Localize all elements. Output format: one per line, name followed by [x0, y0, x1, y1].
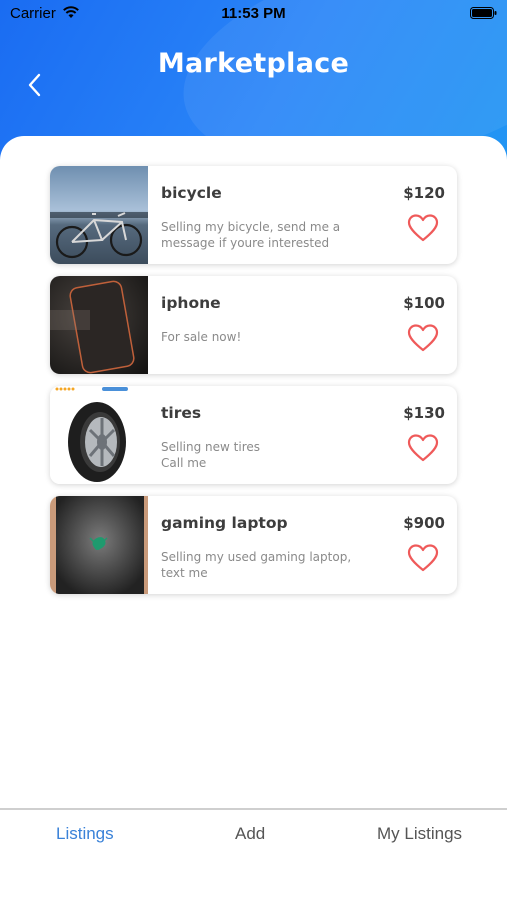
listing-price: $120 — [403, 184, 445, 202]
tab-my-listings[interactable]: My Listings — [377, 824, 462, 844]
status-bar: Carrier 11:53 PM — [0, 0, 507, 28]
tab-bar: Listings Add My Listings — [0, 808, 507, 900]
listing-title: tires — [161, 404, 202, 422]
clock: 11:53 PM — [221, 5, 286, 22]
listing-image-gaming-laptop — [50, 496, 148, 594]
heart-outline-icon[interactable] — [407, 213, 439, 243]
heart-outline-icon[interactable] — [407, 433, 439, 463]
listing-card-bicycle[interactable]: bicycle Selling my bicycle, send me a me… — [50, 166, 457, 264]
listing-image-tires — [50, 386, 148, 484]
listing-price: $900 — [403, 514, 445, 532]
listing-card-tires[interactable]: tires Selling new tires Call me $130 — [50, 386, 457, 484]
listing-description: Selling new tires Call me — [161, 440, 260, 470]
heart-outline-icon[interactable] — [407, 323, 439, 353]
listing-description: Selling my bicycle, send me a message if… — [161, 220, 341, 250]
listing-description: For sale now! — [161, 330, 242, 344]
listing-image-iphone — [50, 276, 148, 374]
listing-price: $130 — [403, 404, 445, 422]
listing-title: iphone — [161, 294, 221, 312]
listing-title: bicycle — [161, 184, 222, 202]
listing-image-bicycle — [50, 166, 148, 264]
listing-price: $100 — [403, 294, 445, 312]
listing-title: gaming laptop — [161, 514, 288, 532]
page-title: Marketplace — [157, 48, 350, 79]
tab-listings[interactable]: Listings — [56, 824, 114, 844]
battery-icon — [470, 7, 497, 19]
tab-add[interactable]: Add — [235, 824, 265, 844]
listing-description: Selling my used gaming laptop, text me — [161, 550, 352, 580]
listings-container: bicycle Selling my bicycle, send me a me… — [0, 136, 507, 810]
heart-outline-icon[interactable] — [407, 543, 439, 573]
listing-card-iphone[interactable]: iphone For sale now! $100 — [50, 276, 457, 374]
listing-card-gaming-laptop[interactable]: gaming laptop Selling my used gaming lap… — [50, 496, 457, 594]
